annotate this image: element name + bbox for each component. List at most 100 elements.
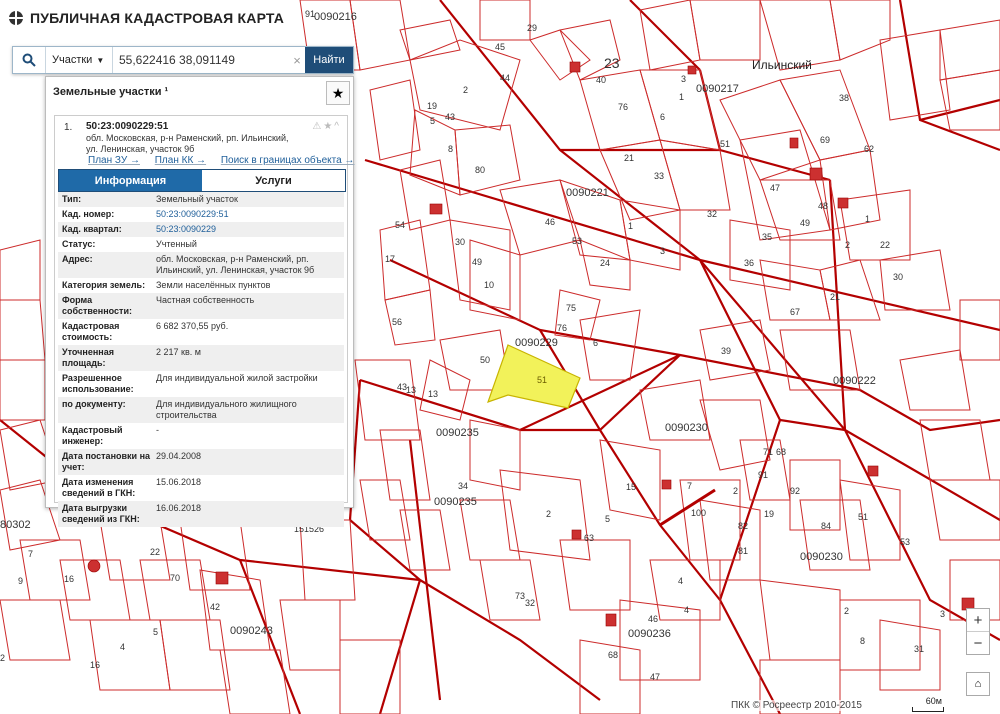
plan-kk-link[interactable]: План КК → bbox=[155, 155, 206, 166]
svg-text:0090230: 0090230 bbox=[800, 551, 843, 563]
search-type-select[interactable]: Участки ▼ bbox=[46, 47, 113, 73]
svg-text:46: 46 bbox=[545, 217, 555, 227]
svg-text:53: 53 bbox=[900, 537, 910, 547]
plan-zu-link[interactable]: План ЗУ → bbox=[88, 155, 140, 166]
svg-text:36: 36 bbox=[744, 258, 754, 268]
parcel-address: обл. Московская, р-н Раменский, рп. Ильи… bbox=[86, 133, 289, 154]
info-key: Кадастровый инженер: bbox=[62, 425, 123, 446]
home-icon[interactable]: ⌂ bbox=[966, 672, 990, 696]
svg-text:2: 2 bbox=[0, 653, 5, 663]
svg-text:71: 71 bbox=[763, 447, 773, 457]
svg-text:2: 2 bbox=[546, 509, 551, 519]
svg-text:100: 100 bbox=[691, 508, 706, 518]
info-key: Уточненная площадь: bbox=[62, 347, 114, 368]
info-key: Форма собственности: bbox=[62, 295, 132, 316]
svg-text:4: 4 bbox=[120, 642, 125, 652]
search-icon[interactable] bbox=[13, 47, 46, 73]
svg-text:68: 68 bbox=[776, 447, 786, 457]
svg-text:43: 43 bbox=[445, 112, 455, 122]
svg-text:21: 21 bbox=[624, 153, 634, 163]
copyright: ПКК © Росреестр 2010-2015 bbox=[729, 700, 864, 711]
svg-text:30: 30 bbox=[455, 237, 465, 247]
zoom-in-button[interactable]: + bbox=[967, 609, 989, 632]
info-value[interactable]: 50:23:0090229:51 bbox=[156, 209, 344, 220]
svg-text:0090217: 0090217 bbox=[696, 83, 739, 95]
svg-text:34: 34 bbox=[458, 481, 468, 491]
svg-text:63: 63 bbox=[584, 533, 594, 543]
zoom-controls: + − bbox=[966, 608, 990, 655]
info-value: обл. Московская, р-н Раменский, рп. Ильи… bbox=[156, 254, 315, 275]
svg-text:47: 47 bbox=[770, 183, 780, 193]
svg-text:91: 91 bbox=[758, 470, 768, 480]
svg-text:8: 8 bbox=[860, 636, 865, 646]
info-key: Статус: bbox=[62, 239, 96, 249]
panel-title: Земельные участки ¹ bbox=[53, 86, 169, 98]
info-value: Для индивидуального жилищного строительс… bbox=[156, 399, 297, 420]
svg-text:38: 38 bbox=[839, 93, 849, 103]
svg-text:46: 46 bbox=[648, 614, 658, 624]
star-icon[interactable]: ★ bbox=[326, 81, 350, 105]
svg-text:51: 51 bbox=[537, 375, 547, 385]
svg-text:84: 84 bbox=[821, 521, 831, 531]
svg-text:2: 2 bbox=[733, 486, 738, 496]
svg-text:0090236: 0090236 bbox=[628, 628, 671, 640]
cadastral-number[interactable]: 50:23:0090229:51 bbox=[86, 121, 168, 132]
info-value: 2 217 кв. м bbox=[156, 347, 201, 357]
svg-text:31: 31 bbox=[914, 644, 924, 654]
svg-text:45: 45 bbox=[495, 42, 505, 52]
info-value: Для индивидуальной жилой застройки bbox=[156, 373, 318, 383]
info-key: Категория земель: bbox=[62, 280, 146, 290]
svg-text:51: 51 bbox=[858, 512, 868, 522]
svg-text:9: 9 bbox=[18, 576, 23, 586]
tab-services[interactable]: Услуги bbox=[202, 170, 345, 191]
svg-text:32: 32 bbox=[525, 598, 535, 608]
app-title-text: ПУБЛИЧНАЯ КАДАСТРОВАЯ КАРТА bbox=[30, 10, 285, 26]
info-row: Кад. номер: 50:23:0090229:51 bbox=[58, 207, 344, 222]
info-row: Дата изменения сведений в ГКН: 15.06.2018 bbox=[58, 475, 344, 501]
info-key: Разрешенное использование: bbox=[62, 373, 134, 394]
svg-text:69: 69 bbox=[820, 135, 830, 145]
svg-text:0090243: 0090243 bbox=[230, 625, 273, 637]
info-key: Кад. номер: bbox=[62, 209, 115, 219]
info-key: Дата постановки на учет: bbox=[62, 451, 151, 472]
search-input[interactable] bbox=[113, 47, 289, 73]
info-row: Кадастровый инженер: - bbox=[58, 423, 344, 449]
svg-text:19: 19 bbox=[764, 509, 774, 519]
svg-text:0090235: 0090235 bbox=[434, 496, 477, 508]
svg-text:22: 22 bbox=[880, 240, 890, 250]
info-row: Статус: Учтенный bbox=[58, 237, 344, 252]
svg-text:0090221: 0090221 bbox=[566, 187, 609, 199]
svg-text:1: 1 bbox=[865, 214, 870, 224]
info-key: Адрес: bbox=[62, 254, 93, 264]
find-button[interactable]: Найти bbox=[305, 47, 353, 73]
svg-text:67: 67 bbox=[790, 307, 800, 317]
svg-text:Ильинский: Ильинский bbox=[752, 58, 812, 72]
svg-text:56: 56 bbox=[392, 317, 402, 327]
svg-text:0090229: 0090229 bbox=[515, 337, 558, 349]
info-value: Земли населённых пунктов bbox=[156, 280, 271, 290]
svg-text:33: 33 bbox=[654, 171, 664, 181]
svg-text:3: 3 bbox=[660, 246, 665, 256]
svg-text:70: 70 bbox=[170, 573, 180, 583]
svg-text:7: 7 bbox=[687, 481, 692, 491]
zoom-out-button[interactable]: − bbox=[967, 632, 989, 654]
svg-text:92: 92 bbox=[790, 486, 800, 496]
tab-information[interactable]: Информация bbox=[59, 170, 202, 191]
svg-text:6: 6 bbox=[660, 112, 665, 122]
svg-text:16: 16 bbox=[90, 660, 100, 670]
info-row: Адрес: обл. Московская, р-н Раменский, рп… bbox=[58, 252, 344, 278]
info-key: Кад. квартал: bbox=[62, 224, 122, 234]
svg-text:7: 7 bbox=[28, 549, 33, 559]
svg-text:80302: 80302 bbox=[0, 519, 31, 531]
card-actions-icons[interactable]: ⚠★^ bbox=[312, 121, 341, 132]
svg-text:16: 16 bbox=[64, 574, 74, 584]
info-key: Кадастровая стоимость: bbox=[62, 321, 120, 342]
info-row: Дата выгрузки сведений из ГКН: 16.06.2018 bbox=[58, 501, 344, 527]
svg-text:2: 2 bbox=[845, 240, 850, 250]
info-value: Учтенный bbox=[156, 239, 197, 249]
clear-icon[interactable]: × bbox=[289, 47, 305, 73]
svg-text:3: 3 bbox=[940, 609, 945, 619]
search-in-bounds-link[interactable]: Поиск в границах объекта → bbox=[221, 155, 355, 166]
svg-text:4: 4 bbox=[684, 605, 689, 615]
info-value[interactable]: 50:23:0090229 bbox=[156, 224, 344, 235]
